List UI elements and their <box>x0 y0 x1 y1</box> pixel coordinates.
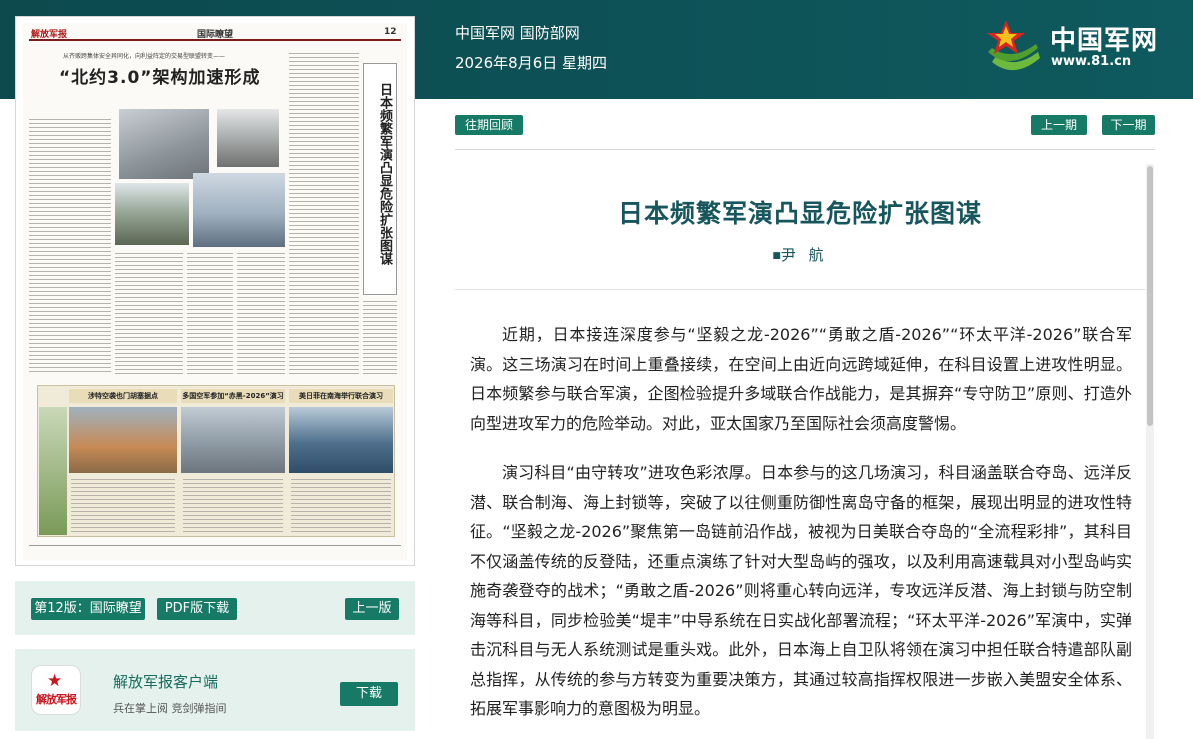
next-issue-button[interactable]: 下一期 <box>1102 115 1155 135</box>
site-name[interactable]: 中国军网 国防部网 <box>455 22 580 43</box>
band-photo-fleet[interactable] <box>289 407 393 473</box>
star-icon: ★ <box>47 671 63 691</box>
article-paragraph: 演习科目“由守转攻”进攻色彩浓厚。日本参与的这几场演习，科目涵盖联合夺岛、远洋反… <box>470 463 1132 718</box>
band-photo-strike[interactable] <box>69 407 177 473</box>
scrollbar-thumb[interactable] <box>1147 166 1153 426</box>
newspaper-photo-jet[interactable] <box>119 109 209 179</box>
newspaper-photo-tanks[interactable] <box>115 183 189 245</box>
newspaper-footer <box>29 545 401 553</box>
newspaper-kicker: 从齐贩跨集体安全异同化，向利益阵定的交易型联盟转变—— <box>63 53 226 60</box>
newspaper-page-number: 12 <box>384 27 397 37</box>
newspaper-photo-carrier[interactable] <box>193 173 285 247</box>
edition-bar: 第12版：国际瞭望 PDF版下载 上一版 <box>15 581 415 635</box>
site-logo[interactable]: 中国军网 www.81.cn <box>984 14 1164 78</box>
divider <box>455 149 1155 150</box>
app-title[interactable]: 解放军报客户端 <box>113 671 218 692</box>
app-download-button[interactable]: 下载 <box>340 682 398 706</box>
newspaper-masthead: 解放军报 国际瞭望 12 <box>29 27 401 41</box>
current-edition-button[interactable]: 第12版：国际瞭望 <box>31 598 145 620</box>
newspaper-page-image[interactable]: 解放军报 国际瞭望 12 从齐贩跨集体安全异同化，向利益阵定的交易型联盟转变——… <box>15 16 415 566</box>
newspaper-page: 解放军报 国际瞭望 12 从齐贩跨集体安全异同化，向利益阵定的交易型联盟转变——… <box>23 23 407 561</box>
newspaper-section: 国际瞭望 <box>197 30 234 40</box>
author-name: 尹 航 <box>780 246 828 264</box>
band-expert-panel <box>39 407 67 535</box>
newspaper-brand: 解放军报 <box>31 30 68 40</box>
side-article-title: 日本频繁军演凸显危险扩张图谋 <box>377 83 392 265</box>
article-author: ■尹 航 <box>455 244 1145 265</box>
army-star-emblem-icon <box>987 20 1040 71</box>
band-photo-fighter[interactable] <box>181 407 285 473</box>
article-paragraph: 近期，日本接连深度参与“坚毅之龙-2026”“勇敢之盾-2026”“环太平洋-2… <box>470 325 1132 433</box>
archive-button[interactable]: 往期回顾 <box>455 115 523 135</box>
logo-text: 中国军网 <box>1050 26 1159 56</box>
band-title-1: 涉特空袭也门胡塞据点 <box>69 389 177 403</box>
pdf-download-button[interactable]: PDF版下载 <box>157 598 237 620</box>
previous-edition-button[interactable]: 上一版 <box>345 598 399 620</box>
article-title: 日本频繁军演凸显危险扩张图谋 <box>617 199 982 228</box>
date-label: 2026年8月6日 星期四 <box>455 54 608 72</box>
logo-url: www.81.cn <box>1051 54 1132 69</box>
app-promo: ★ 解放军报 解放军报客户端 兵在掌上阅 竞剑弹指间 下载 <box>15 649 415 731</box>
app-icon-text: 解放军报 <box>36 693 77 706</box>
app-subtitle: 兵在掌上阅 竞剑弹指间 <box>113 702 227 715</box>
newspaper-headline[interactable]: “北约3.0”架构加速形成 <box>59 63 260 88</box>
previous-issue-button[interactable]: 上一期 <box>1031 115 1087 135</box>
band-title-3: 美日菲在南海举行联合演习 <box>289 389 393 403</box>
divider <box>455 289 1145 290</box>
newspaper-photo-parade[interactable] <box>217 109 279 167</box>
author-mark: ■ <box>772 251 781 261</box>
band-title-2: 多国空军参加“赤黑-2026”演习 <box>181 389 285 403</box>
app-icon[interactable]: ★ 解放军报 <box>31 665 81 715</box>
